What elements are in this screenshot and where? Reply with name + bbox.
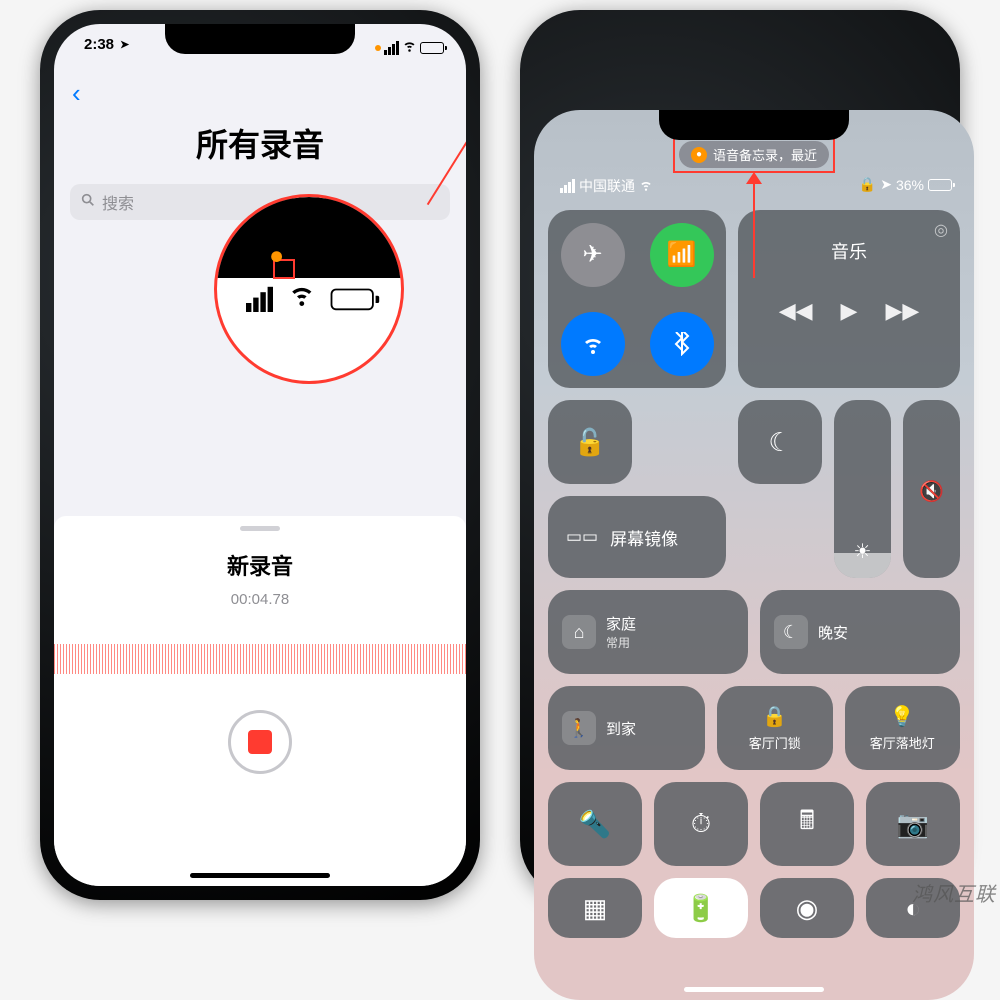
wifi-icon <box>402 38 417 57</box>
person-icon: 🚶 <box>562 711 596 745</box>
cellular-icon <box>384 41 399 55</box>
airplane-toggle[interactable]: ✈ <box>561 223 625 287</box>
home-scene-button[interactable]: ⌂ 家庭常用 <box>548 590 748 674</box>
screen-left: 2:38 ➤ ‹ 所有录音 搜索 <box>54 24 466 886</box>
battery-icon <box>330 288 373 310</box>
timer-button[interactable]: ⏱ <box>654 782 748 866</box>
cellular-icon <box>560 179 575 193</box>
arrive-label: 到家 <box>606 718 636 739</box>
low-power-button[interactable]: 🔋 <box>654 878 748 938</box>
moon-icon: ☾ <box>774 615 808 649</box>
goodnight-scene-button[interactable]: ☾ 晚安 <box>760 590 960 674</box>
battery-icon <box>420 42 444 54</box>
calculator-button[interactable]: 🖩 <box>760 782 854 866</box>
mute-icon: 🔇 <box>919 479 944 504</box>
brightness-slider[interactable]: ☀ <box>834 400 891 578</box>
goodnight-label: 晚安 <box>818 622 848 643</box>
pill-label: 语音备忘录，最近 <box>713 145 817 164</box>
search-icon <box>80 192 96 213</box>
arrow-annotation <box>746 172 762 278</box>
control-center: ✈ 📶 ◎ 音乐 ◀◀ ▶ ▶▶ <box>548 210 960 970</box>
home-sub: 常用 <box>606 634 636 651</box>
next-track-button[interactable]: ▶▶ <box>885 298 919 324</box>
home-icon: ⌂ <box>562 615 596 649</box>
sheet-grabber[interactable] <box>240 526 280 531</box>
notch <box>659 110 849 140</box>
qr-scan-button[interactable]: ▦ <box>548 878 642 938</box>
recording-timer: 00:04.78 <box>54 591 466 608</box>
battery-icon <box>928 179 952 191</box>
play-button[interactable]: ▶ <box>841 298 858 324</box>
volume-slider[interactable]: 🔇 <box>903 400 960 578</box>
location-icon: ➤ <box>880 176 892 193</box>
door-lock-button[interactable]: 🔒 客厅门锁 <box>717 686 833 770</box>
recording-pill-highlight: ● 语音备忘录，最近 <box>673 136 835 173</box>
music-label: 音乐 <box>738 238 960 264</box>
airplay-icon[interactable]: ◎ <box>934 220 948 240</box>
stop-record-button[interactable] <box>228 710 292 774</box>
cellular-icon <box>245 286 272 311</box>
mirror-label: 屏幕镜像 <box>610 525 678 550</box>
mirror-icon: ▭▭ <box>566 527 598 547</box>
status-time: 2:38 <box>84 36 114 53</box>
phone-left: 2:38 ➤ ‹ 所有录音 搜索 <box>40 10 480 900</box>
page-title: 所有录音 <box>54 120 466 166</box>
location-icon: ➤ <box>120 38 129 51</box>
home-label: 家庭 <box>606 616 636 633</box>
recording-pill[interactable]: ● 语音备忘录，最近 <box>679 141 829 168</box>
record-screen-button[interactable]: ◉ <box>760 878 854 938</box>
notch <box>165 24 355 54</box>
search-placeholder: 搜索 <box>102 190 134 214</box>
camera-button[interactable]: 📷 <box>866 782 960 866</box>
arrive-scene-button[interactable]: 🚶 到家 <box>548 686 705 770</box>
lock-icon: 🔒 <box>859 176 876 193</box>
phone-right: ● 语音备忘录，最近 中国联通 🔒 ➤ 36% ✈ <box>520 10 960 900</box>
lock-icon: 🔒 <box>762 704 787 729</box>
cellular-toggle[interactable]: 📶 <box>650 223 714 287</box>
waveform <box>54 644 466 674</box>
dnd-button[interactable]: ☾ <box>738 400 822 484</box>
home-indicator[interactable] <box>190 873 330 878</box>
flashlight-button[interactable]: 🔦 <box>548 782 642 866</box>
mic-indicator-dot <box>375 45 381 51</box>
lamp-label: 客厅落地灯 <box>870 733 935 752</box>
wifi-icon <box>287 280 316 318</box>
watermark: 鸿风互联 <box>912 878 996 907</box>
orientation-lock-button[interactable]: 🔓 <box>548 400 632 484</box>
home-indicator[interactable] <box>684 987 824 992</box>
connectivity-panel[interactable]: ✈ 📶 <box>548 210 726 388</box>
carrier-label: 中国联通 <box>579 176 635 196</box>
prev-track-button[interactable]: ◀◀ <box>779 298 813 324</box>
music-panel[interactable]: ◎ 音乐 ◀◀ ▶ ▶▶ <box>738 210 960 388</box>
recording-title: 新录音 <box>54 549 466 581</box>
screen-mirroring-button[interactable]: ▭▭ 屏幕镜像 <box>548 496 726 578</box>
screen-right: ● 语音备忘录，最近 中国联通 🔒 ➤ 36% ✈ <box>534 110 974 1000</box>
lock-label: 客厅门锁 <box>749 733 801 752</box>
bluetooth-toggle[interactable] <box>650 312 714 376</box>
lamp-button[interactable]: 💡 客厅落地灯 <box>845 686 961 770</box>
mic-icon: ● <box>691 147 707 163</box>
wifi-icon <box>639 178 653 195</box>
wifi-toggle[interactable] <box>561 312 625 376</box>
bulb-icon: 💡 <box>890 704 915 729</box>
back-button[interactable]: ‹ <box>72 78 81 109</box>
recording-sheet: 新录音 00:04.78 <box>54 516 466 886</box>
magnifier-callout <box>214 194 404 384</box>
battery-text: 36% <box>896 177 924 193</box>
